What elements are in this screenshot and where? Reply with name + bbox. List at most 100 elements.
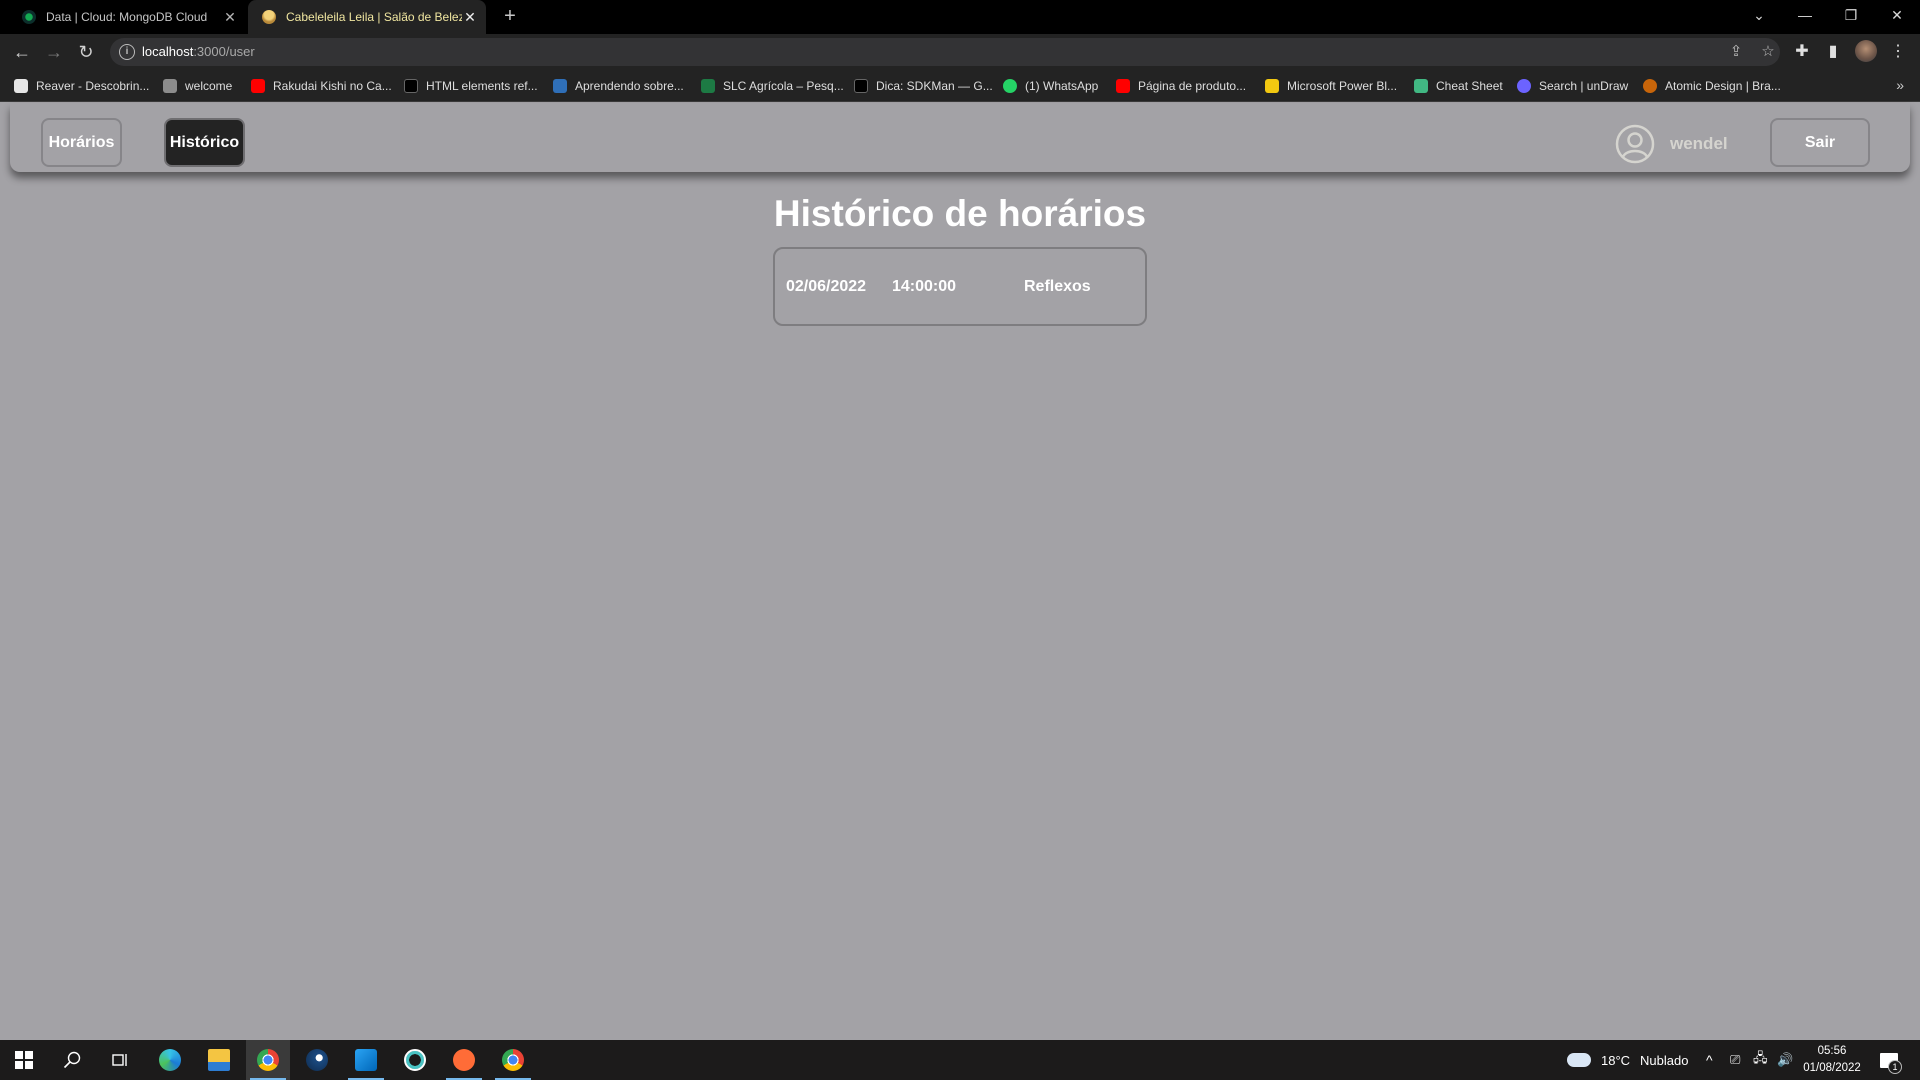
taskbar-chrome[interactable] xyxy=(246,1040,290,1080)
bookmark-item[interactable]: Reaver - Descobrin... xyxy=(14,78,149,94)
folder-icon xyxy=(208,1049,230,1071)
close-tab-icon[interactable]: ✕ xyxy=(462,9,478,25)
bookmark-label: Aprendendo sobre... xyxy=(575,79,684,93)
url-text[interactable]: localhost:3000/user xyxy=(142,44,255,59)
bookmark-label: welcome xyxy=(185,79,233,93)
restore-button[interactable]: ❐ xyxy=(1828,0,1874,30)
chrome-icon xyxy=(257,1049,279,1071)
browser-tab-mongodb[interactable]: Data | Cloud: MongoDB Cloud ✕ xyxy=(8,0,246,34)
nav-horarios-button[interactable]: Horários xyxy=(41,118,122,167)
postman-icon xyxy=(453,1049,475,1071)
page-title: Histórico de horários xyxy=(773,193,1147,234)
url-host: localhost xyxy=(142,44,194,59)
bookmark-item[interactable]: Aprendendo sobre... xyxy=(553,78,684,94)
bookmark-item[interactable]: welcome xyxy=(163,78,232,94)
vscode-icon xyxy=(355,1049,377,1071)
profile-avatar[interactable] xyxy=(1855,40,1877,62)
user-avatar-icon xyxy=(1615,124,1655,164)
bookmark-item[interactable]: Cheat Sheet xyxy=(1414,78,1503,94)
bookmark-label: Search | unDraw xyxy=(1539,79,1629,93)
back-arrow-icon[interactable]: ← xyxy=(10,40,34,64)
os-taskbar: 18°C Nublado ^ ⎚ 🖧 🔊 05:56 01/08/2022 1 xyxy=(0,1040,1920,1080)
show-hidden-icons-chevron-icon[interactable]: ^ xyxy=(1706,1040,1713,1080)
notifications-icon: 1 xyxy=(1880,1052,1902,1074)
atomic-icon xyxy=(1643,79,1657,93)
weather-temp: 18°C xyxy=(1601,1052,1631,1068)
taskbar-postman[interactable] xyxy=(442,1040,486,1080)
side-panel-icon[interactable]: ▮ xyxy=(1822,41,1844,63)
new-tab-button[interactable]: + xyxy=(498,5,522,29)
bookmark-label: Cheat Sheet xyxy=(1436,79,1503,93)
bookmark-item[interactable]: Dica: SDKMan — G... xyxy=(854,78,993,94)
taskbar-steam[interactable] xyxy=(295,1040,339,1080)
bookmark-item[interactable]: (1) WhatsApp xyxy=(1003,78,1098,94)
slc-icon xyxy=(701,79,715,93)
close-window-button[interactable]: ✕ xyxy=(1874,0,1920,30)
gitkraken-icon xyxy=(404,1049,426,1071)
bookmark-label: (1) WhatsApp xyxy=(1025,79,1099,93)
weather-widget[interactable]: 18°C Nublado xyxy=(1567,1040,1688,1080)
portrait-icon xyxy=(163,79,177,93)
notification-count: 1 xyxy=(1888,1059,1902,1074)
action-center-button[interactable]: 1 xyxy=(1880,1040,1902,1080)
taskbar-vscode[interactable] xyxy=(344,1040,388,1080)
chrome-icon xyxy=(502,1049,524,1071)
taskbar-edge[interactable] xyxy=(148,1040,192,1080)
network-icon[interactable]: 🖧 xyxy=(1753,1040,1768,1080)
bookmark-label: Microsoft Power Bl... xyxy=(1287,79,1398,93)
page-content: Horários Histórico wendel Sair Histórico… xyxy=(0,103,1920,1040)
bookmark-label: Página de produto... xyxy=(1138,79,1247,93)
forward-arrow-icon[interactable]: → xyxy=(42,40,66,64)
minimize-button[interactable]: — xyxy=(1782,0,1828,30)
bookmark-item[interactable]: Search | unDraw xyxy=(1517,78,1628,94)
share-icon[interactable]: ⇪ xyxy=(1726,42,1746,62)
bookmark-star-icon[interactable]: ☆ xyxy=(1758,42,1778,62)
volume-icon[interactable]: 🔊 xyxy=(1777,1040,1793,1080)
bookmark-label: Reaver - Descobrin... xyxy=(36,79,150,93)
search-button[interactable] xyxy=(50,1040,94,1080)
meet-now-icon[interactable]: ⎚ xyxy=(1730,1040,1740,1080)
url-path: :3000/user xyxy=(193,44,255,59)
site-info-icon[interactable]: i xyxy=(119,44,135,60)
task-view-button[interactable] xyxy=(98,1040,142,1080)
nav-historico-button[interactable]: Histórico xyxy=(164,118,245,167)
history-service: Reflexos xyxy=(1024,278,1091,295)
weather-desc: Nublado xyxy=(1640,1052,1689,1068)
reload-icon[interactable]: ↻ xyxy=(74,40,98,64)
taskbar-gitkraken[interactable] xyxy=(393,1040,437,1080)
history-time: 14:00:00 xyxy=(892,278,957,295)
bookmark-item[interactable]: Rakudai Kishi no Ca... xyxy=(251,78,392,94)
logout-button[interactable]: Sair xyxy=(1770,118,1870,167)
bookmark-label: HTML elements ref... xyxy=(426,79,538,93)
bookmark-item[interactable]: HTML elements ref... xyxy=(404,78,538,94)
taskbar-chrome-2[interactable] xyxy=(491,1040,535,1080)
mdn-icon xyxy=(404,79,418,93)
steam-icon xyxy=(306,1049,328,1071)
bookmark-label: Atomic Design | Bra... xyxy=(1665,79,1781,93)
bookmark-item[interactable]: Atomic Design | Bra... xyxy=(1643,78,1781,94)
start-button[interactable] xyxy=(2,1040,46,1080)
bookmarks-bar: Reaver - Descobrin... welcome Rakudai Ki… xyxy=(0,70,1920,102)
bookmark-label: Rakudai Kishi no Ca... xyxy=(273,79,392,93)
bookmark-item[interactable]: Microsoft Power Bl... xyxy=(1265,78,1397,94)
username-label: wendel xyxy=(1670,134,1728,153)
tab-title: Data | Cloud: MongoDB Cloud xyxy=(46,10,208,24)
mongodb-leaf-icon xyxy=(22,10,36,24)
cloud-icon xyxy=(1567,1053,1591,1067)
history-date: 02/06/2022 xyxy=(786,278,867,295)
taskbar-file-explorer[interactable] xyxy=(197,1040,241,1080)
close-tab-icon[interactable]: ✕ xyxy=(222,9,238,25)
windows-logo-icon xyxy=(15,1051,33,1069)
bookmark-item[interactable]: Página de produto... xyxy=(1116,78,1246,94)
cube-icon xyxy=(553,79,567,93)
more-bookmarks-chevron-icon[interactable]: » xyxy=(1896,77,1904,93)
browser-toolbar: ← → ↻ i localhost:3000/user ⇪ ☆ ✚ ▮ ⋮ xyxy=(0,34,1920,70)
edge-icon xyxy=(159,1049,181,1071)
tab-search-chevron-icon[interactable]: ⌄ xyxy=(1736,0,1782,30)
bookmark-item[interactable]: SLC Agrícola – Pesq... xyxy=(701,78,844,94)
system-clock[interactable]: 05:56 01/08/2022 xyxy=(1800,1043,1864,1077)
extensions-puzzle-icon[interactable]: ✚ xyxy=(1791,41,1813,63)
address-bar[interactable]: i localhost:3000/user ⇪ ☆ xyxy=(110,38,1780,66)
menu-kebab-icon[interactable]: ⋮ xyxy=(1887,41,1909,63)
browser-tab-salon[interactable]: Cabeleleila Leila | Salão de Beleza ✕ xyxy=(248,0,486,34)
